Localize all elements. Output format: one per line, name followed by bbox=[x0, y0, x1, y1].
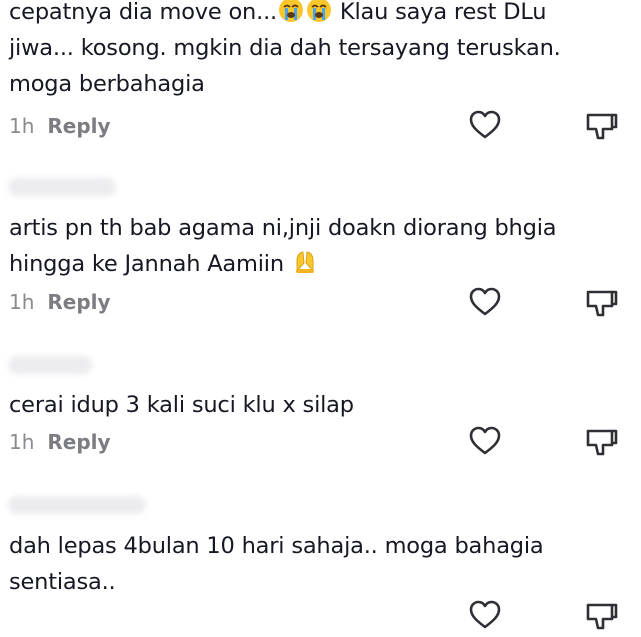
comment-text: cepatnya dia move on... Klau saya rest D… bbox=[9, 0, 609, 102]
comment-text: artis pn th bab agama ni,jnji doakn dior… bbox=[9, 215, 564, 277]
thumbs-down-icon bbox=[586, 113, 618, 140]
dislike-button[interactable] bbox=[584, 107, 620, 143]
reply-button[interactable]: Reply bbox=[47, 290, 110, 314]
like-button[interactable] bbox=[467, 597, 503, 633]
username-blurred bbox=[8, 496, 146, 514]
reply-button[interactable]: Reply bbox=[47, 114, 110, 138]
dislike-button[interactable] bbox=[584, 284, 620, 320]
comment-text: dah lepas 4bulan 10 hari sahaja.. moga b… bbox=[9, 533, 551, 595]
heart-icon bbox=[469, 110, 501, 139]
thumbs-down-icon bbox=[586, 290, 618, 317]
like-button[interactable] bbox=[467, 423, 503, 459]
folded-hands-icon bbox=[295, 251, 314, 273]
username-blurred bbox=[8, 356, 92, 374]
comment-time: 1h bbox=[9, 290, 35, 314]
dislike-button[interactable] bbox=[584, 423, 620, 459]
like-button[interactable] bbox=[467, 107, 503, 143]
comment-meta: 1h Reply bbox=[9, 290, 111, 314]
heart-icon bbox=[469, 426, 501, 455]
dislike-button[interactable] bbox=[584, 597, 620, 633]
heart-icon bbox=[469, 287, 501, 316]
comment-meta: 1h Reply bbox=[9, 430, 111, 454]
crying-face-icon bbox=[306, 0, 331, 22]
thumbs-down-icon bbox=[586, 429, 618, 456]
thumbs-down-icon bbox=[586, 603, 618, 630]
username-blurred bbox=[8, 178, 116, 196]
comment-time: 1h bbox=[9, 114, 35, 138]
like-button[interactable] bbox=[467, 284, 503, 320]
comment-time: 1h bbox=[9, 430, 35, 454]
heart-icon bbox=[469, 600, 501, 629]
reply-button[interactable]: Reply bbox=[47, 430, 110, 454]
comment-text: cerai idup 3 kali suci klu x silap bbox=[9, 392, 354, 418]
comment-meta: 1h Reply bbox=[9, 114, 111, 138]
crying-face-icon bbox=[278, 0, 303, 22]
